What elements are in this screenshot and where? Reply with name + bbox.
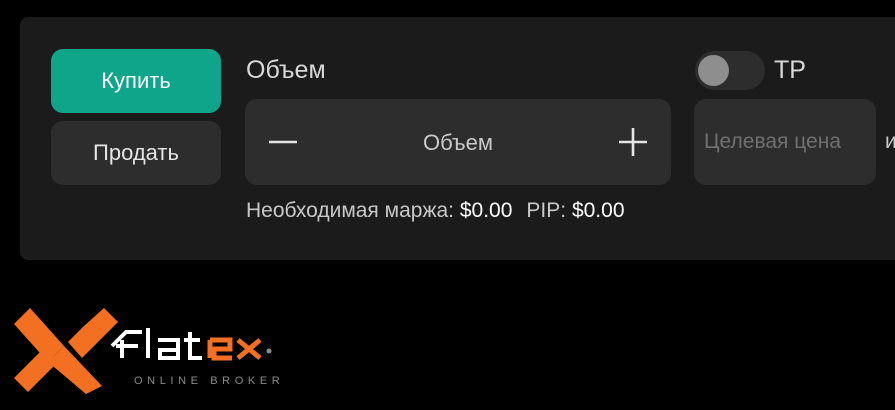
tp-toggle[interactable] xyxy=(695,51,765,90)
clipped-label: и xyxy=(885,130,895,153)
margin-info: Необходимая маржа: $0.00 PIP: $0.00 xyxy=(246,199,625,223)
minus-icon xyxy=(269,140,297,144)
toggle-knob xyxy=(698,55,729,86)
margin-label: Необходимая маржа: xyxy=(246,199,455,222)
plus-icon xyxy=(619,128,647,156)
buy-button[interactable]: Купить xyxy=(51,49,221,113)
margin-value: $0.00 xyxy=(459,199,513,222)
pip-value: $0.00 xyxy=(571,199,625,222)
increase-volume-button[interactable] xyxy=(595,99,671,185)
volume-input[interactable] xyxy=(321,99,595,187)
logo-subtitle: ONLINE BROKER xyxy=(134,375,285,387)
tp-label: TP xyxy=(774,56,806,84)
volume-stepper xyxy=(245,99,671,187)
sell-button[interactable]: Продать xyxy=(51,121,221,185)
target-price-input[interactable] xyxy=(694,99,876,185)
pip-label: PIP: xyxy=(526,199,567,222)
decrease-volume-button[interactable] xyxy=(245,99,321,185)
volume-label: Объем xyxy=(246,56,326,84)
